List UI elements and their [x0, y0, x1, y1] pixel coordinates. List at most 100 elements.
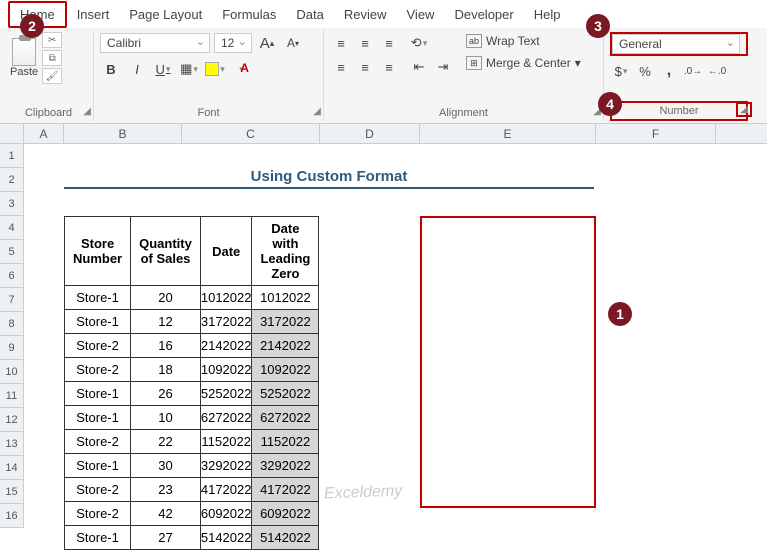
row-header[interactable]: 16 [0, 504, 23, 528]
tab-data[interactable]: Data [286, 3, 333, 26]
cell[interactable]: 1012022 [200, 286, 252, 310]
worksheet[interactable]: A B C D E F 12345678910111213141516 Usin… [0, 124, 767, 528]
row-header[interactable]: 9 [0, 336, 23, 360]
tab-insert[interactable]: Insert [67, 3, 120, 26]
cell[interactable]: 16 [131, 334, 201, 358]
currency-button[interactable]: $▾ [610, 60, 632, 82]
cell[interactable]: 5252022 [200, 382, 252, 406]
cell[interactable]: 27 [131, 526, 201, 550]
row-header[interactable]: 8 [0, 312, 23, 336]
underline-button[interactable]: U▾ [152, 58, 174, 80]
row-header[interactable]: 2 [0, 168, 23, 192]
align-top-button[interactable]: ≡ [330, 32, 352, 54]
col-header[interactable]: B [64, 124, 182, 143]
align-center-button[interactable]: ≡ [354, 56, 376, 78]
cell[interactable]: 10 [131, 406, 201, 430]
cell[interactable]: 1092022 [252, 358, 319, 382]
tab-formulas[interactable]: Formulas [212, 3, 286, 26]
row-header[interactable]: 13 [0, 432, 23, 456]
row-header[interactable]: 5 [0, 240, 23, 264]
col-header[interactable]: E [420, 124, 596, 143]
bold-button[interactable]: B [100, 58, 122, 80]
cut-button[interactable]: ✂ [42, 32, 62, 48]
align-middle-button[interactable]: ≡ [354, 32, 376, 54]
paste-button[interactable]: Paste [10, 38, 38, 78]
cell[interactable]: Store-1 [65, 310, 131, 334]
tab-view[interactable]: View [397, 3, 445, 26]
cell[interactable]: 1152022 [200, 430, 252, 454]
row-header[interactable]: 10 [0, 360, 23, 384]
row-header[interactable]: 7 [0, 288, 23, 312]
cell[interactable]: Store-2 [65, 430, 131, 454]
cell[interactable]: 23 [131, 478, 201, 502]
format-painter-button[interactable]: 🖌 [42, 68, 62, 84]
row-header[interactable]: 14 [0, 456, 23, 480]
increase-indent-button[interactable]: ⇥ [432, 56, 454, 78]
cell[interactable]: 3172022 [252, 310, 319, 334]
col-header[interactable]: D [320, 124, 420, 143]
clipboard-launcher-icon[interactable]: ◢ [83, 106, 91, 117]
row-header[interactable]: 1 [0, 144, 23, 168]
cell[interactable]: 6092022 [252, 502, 319, 526]
cell[interactable]: 1012022 [252, 286, 319, 310]
fill-color-button[interactable]: ▾ [204, 58, 226, 80]
cell[interactable]: 20 [131, 286, 201, 310]
cell[interactable]: 4172022 [252, 478, 319, 502]
tab-developer[interactable]: Developer [444, 3, 523, 26]
merge-center-button[interactable]: ⊞Merge & Center▾ [462, 54, 585, 72]
border-button[interactable]: ▦▾ [178, 58, 200, 80]
cell[interactable]: Store-1 [65, 526, 131, 550]
font-size-combo[interactable]: 12 [214, 33, 252, 53]
decrease-font-button[interactable]: A▾ [282, 32, 304, 54]
comma-button[interactable]: , [658, 60, 680, 82]
cell[interactable]: 6272022 [200, 406, 252, 430]
row-header[interactable]: 3 [0, 192, 23, 216]
number-launcher-icon[interactable]: ◢ [736, 102, 752, 117]
align-left-button[interactable]: ≡ [330, 56, 352, 78]
cell[interactable]: Store-2 [65, 334, 131, 358]
cell[interactable]: 18 [131, 358, 201, 382]
orientation-button[interactable]: ⟲▾ [408, 32, 430, 54]
cell[interactable]: 4172022 [200, 478, 252, 502]
col-header[interactable]: A [24, 124, 64, 143]
cell[interactable]: 5252022 [252, 382, 319, 406]
cell[interactable]: 3292022 [200, 454, 252, 478]
copy-button[interactable]: ⧉ [42, 50, 62, 66]
cell[interactable]: Store-1 [65, 382, 131, 406]
align-right-button[interactable]: ≡ [378, 56, 400, 78]
row-header[interactable]: 6 [0, 264, 23, 288]
font-launcher-icon[interactable]: ◢ [313, 106, 321, 117]
cell[interactable]: 2142022 [252, 334, 319, 358]
cell[interactable]: 6092022 [200, 502, 252, 526]
cell[interactable]: Store-1 [65, 286, 131, 310]
cell[interactable]: 1152022 [252, 430, 319, 454]
cell[interactable]: 30 [131, 454, 201, 478]
cell[interactable]: 5142022 [200, 526, 252, 550]
cell[interactable]: Store-1 [65, 454, 131, 478]
decrease-indent-button[interactable]: ⇤ [408, 56, 430, 78]
col-header[interactable]: C [182, 124, 320, 143]
cell[interactable]: 12 [131, 310, 201, 334]
cell[interactable]: 42 [131, 502, 201, 526]
cell[interactable]: Store-2 [65, 502, 131, 526]
row-header[interactable]: 11 [0, 384, 23, 408]
cell[interactable]: 6272022 [252, 406, 319, 430]
cell[interactable]: 3172022 [200, 310, 252, 334]
cell[interactable]: 2142022 [200, 334, 252, 358]
cell[interactable]: 26 [131, 382, 201, 406]
cell[interactable]: 5142022 [252, 526, 319, 550]
number-format-combo[interactable]: General [612, 34, 740, 54]
wrap-text-button[interactable]: abWrap Text [462, 32, 585, 50]
row-header[interactable]: 15 [0, 480, 23, 504]
tab-review[interactable]: Review [334, 3, 397, 26]
row-header[interactable]: 4 [0, 216, 23, 240]
row-header[interactable]: 12 [0, 408, 23, 432]
cell[interactable]: 1092022 [200, 358, 252, 382]
font-name-combo[interactable]: Calibri [100, 33, 210, 53]
cell[interactable]: Store-1 [65, 406, 131, 430]
col-header[interactable]: F [596, 124, 716, 143]
increase-decimal-button[interactable]: .0→ [682, 60, 704, 82]
tab-help[interactable]: Help [524, 3, 571, 26]
increase-font-button[interactable]: A▴ [256, 32, 278, 54]
cell[interactable]: 3292022 [252, 454, 319, 478]
